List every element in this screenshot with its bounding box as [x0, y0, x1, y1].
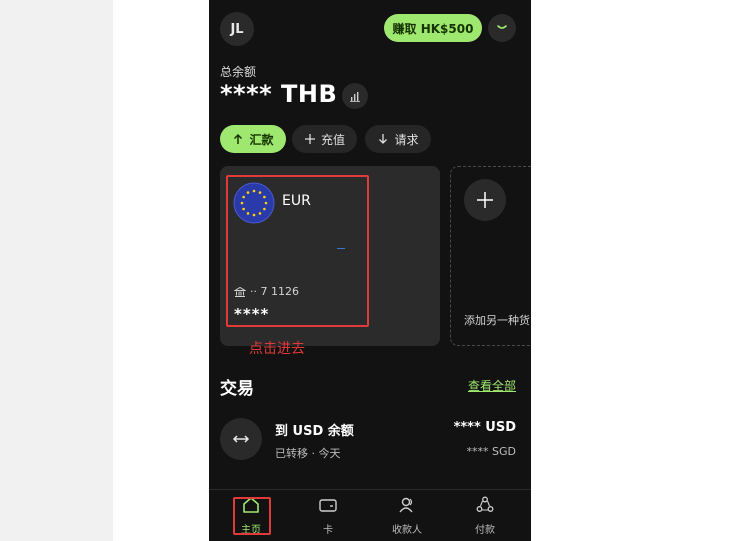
request-label: 请求 — [394, 132, 419, 147]
bank-icon — [234, 286, 246, 297]
card-divider-mark — [337, 248, 345, 249]
nav-card-label: 卡 — [323, 525, 333, 536]
transaction-name[interactable]: 到 USD 余额 — [275, 420, 354, 439]
add-currency-label: 添加另一种货币 — [464, 314, 531, 327]
eur-balance-amount: **** — [234, 305, 270, 323]
payments-icon — [476, 496, 494, 512]
earn-reward-button[interactable]: 赚取 HK$500 — [384, 14, 482, 42]
click-annotation: 点击进去 — [249, 341, 305, 357]
request-button[interactable]: 请求 — [365, 125, 431, 153]
nav-payments-label: 付款 — [475, 525, 495, 536]
see-all-link[interactable]: 查看全部 — [468, 377, 516, 394]
nav-recipients[interactable]: 收款人 — [372, 495, 442, 536]
plus-icon — [304, 134, 315, 144]
earn-reward-label: 赚取 HK$500 — [392, 21, 474, 36]
transfer-arrows-icon — [232, 435, 250, 443]
nav-home-label: 主页 — [241, 525, 261, 536]
nav-card[interactable]: 卡 — [293, 495, 363, 536]
transactions-title: 交易 — [220, 379, 254, 399]
transaction-amount-secondary: **** SGD — [466, 445, 516, 458]
phone-screen: JL 赚取 HK$500 总余额 **** THB 汇款 充值 请求 EUR ·… — [209, 0, 531, 541]
eur-account-row: ·· 7 1126 — [234, 285, 299, 298]
left-gutter — [0, 0, 113, 541]
nav-recipients-label: 收款人 — [392, 525, 422, 536]
add-money-label: 充值 — [320, 132, 345, 147]
eur-account-number: ·· 7 1126 — [250, 285, 299, 298]
balance-chart-button[interactable] — [342, 83, 368, 109]
recipients-icon — [399, 497, 413, 513]
add-currency-button[interactable] — [464, 179, 506, 221]
nav-payments[interactable]: 付款 — [450, 495, 520, 536]
send-label: 汇款 — [249, 132, 274, 147]
eur-currency-code: EUR — [282, 193, 311, 209]
plus-icon — [477, 192, 493, 208]
transfer-icon-button[interactable] — [220, 418, 262, 460]
total-balance-label: 总余额 — [220, 65, 257, 79]
nav-home[interactable]: 主页 — [216, 495, 286, 536]
transaction-status: 已转移 · 今天 — [275, 447, 341, 460]
arrow-up-icon — [234, 133, 243, 144]
avatar[interactable]: JL — [220, 12, 254, 46]
transaction-amount: **** USD — [453, 420, 516, 435]
total-balance-amount: **** THB — [220, 80, 338, 108]
card-icon — [319, 499, 337, 512]
add-money-button[interactable]: 充值 — [292, 125, 357, 153]
home-icon — [243, 497, 259, 513]
account-switch-button[interactable] — [488, 14, 516, 42]
send-button[interactable]: 汇款 — [220, 125, 286, 153]
arrow-down-icon — [379, 134, 388, 144]
eu-flag-icon — [233, 182, 275, 224]
avatar-initials: JL — [230, 21, 244, 37]
bar-chart-icon — [350, 92, 360, 102]
chevron-down-icon — [497, 25, 507, 29]
nav-divider — [209, 489, 531, 490]
